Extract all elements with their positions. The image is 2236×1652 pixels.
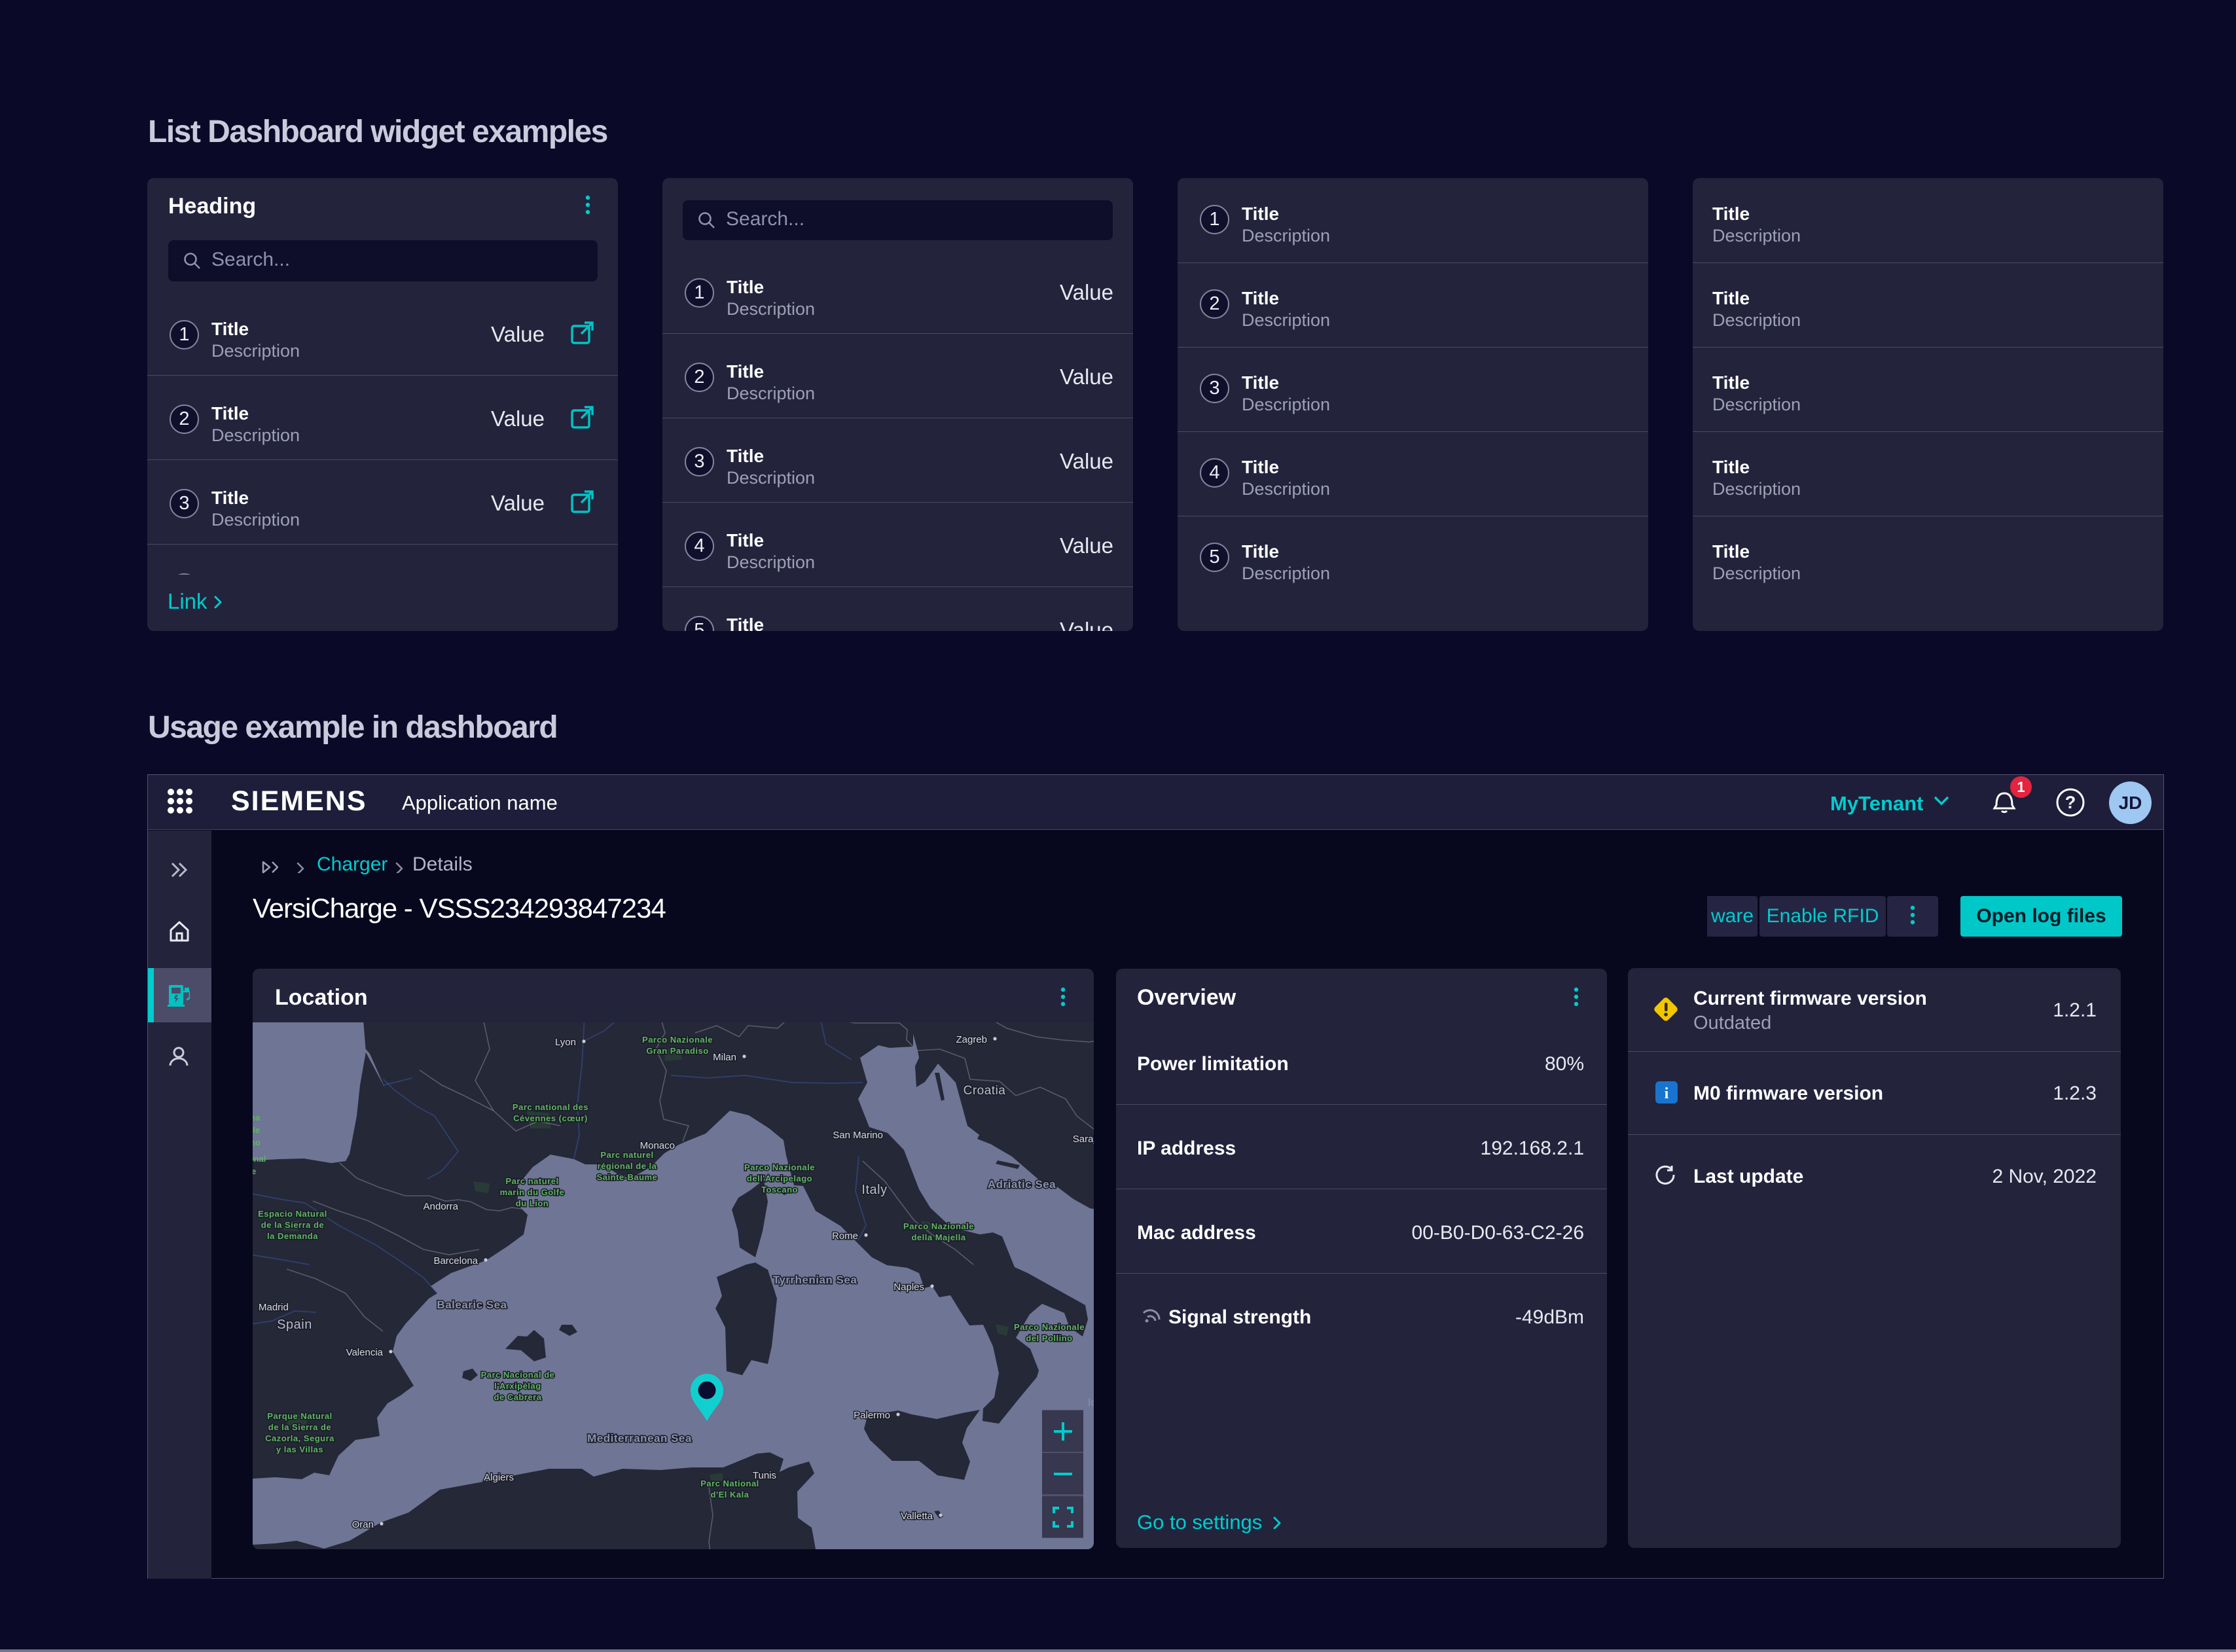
svg-text:Valencia: Valencia [346,1347,384,1358]
svg-text:i: i [1665,1085,1669,1102]
svg-text:Milan: Milan [713,1052,736,1063]
svg-text:Italy: Italy [861,1183,887,1197]
svg-text:Valletta: Valletta [901,1511,933,1522]
svg-text:na: na [253,1113,261,1122]
svg-text:Espacio Naturalde la Sierra de: Espacio Naturalde la Sierra dela Demanda [258,1209,327,1241]
svg-text:Parc naturelrégional de laSain: Parc naturelrégional de laSainte-Baume [597,1150,658,1182]
svg-text:San Marino: San Marino [833,1130,883,1141]
svg-text:Barcelona: Barcelona [433,1255,478,1266]
svg-text:de: de [253,1166,256,1176]
svg-text:Croatia: Croatia [964,1084,1006,1098]
svg-text:Naples: Naples [893,1282,924,1293]
svg-text:Mediterranean Sea: Mediterranean Sea [587,1432,692,1445]
svg-text:ho: ho [253,1138,261,1147]
svg-text:Balearic Sea: Balearic Sea [437,1299,507,1311]
svg-text:ional: ional [253,1154,266,1164]
svg-text:Rome: Rome [832,1230,858,1242]
svg-text:Lyon: Lyon [555,1037,576,1048]
svg-text:Spain: Spain [277,1318,312,1332]
svg-text:Io: Io [1088,1396,1094,1409]
svg-text:de: de [253,1125,260,1135]
svg-text:?: ? [2065,793,2076,812]
svg-text:Zagreb: Zagreb [956,1034,987,1045]
svg-text:Palermo: Palermo [854,1410,890,1421]
svg-text:Madrid: Madrid [259,1302,289,1313]
svg-text:Algiers: Algiers [484,1472,514,1483]
svg-text:Adriatic Sea: Adriatic Sea [988,1178,1056,1191]
svg-text:Sarajevo: Sarajevo [1073,1134,1094,1145]
svg-text:Oran: Oran [352,1519,374,1530]
svg-text:Andorra: Andorra [424,1201,459,1212]
svg-text:Tyrrhenian Sea: Tyrrhenian Sea [773,1274,857,1286]
